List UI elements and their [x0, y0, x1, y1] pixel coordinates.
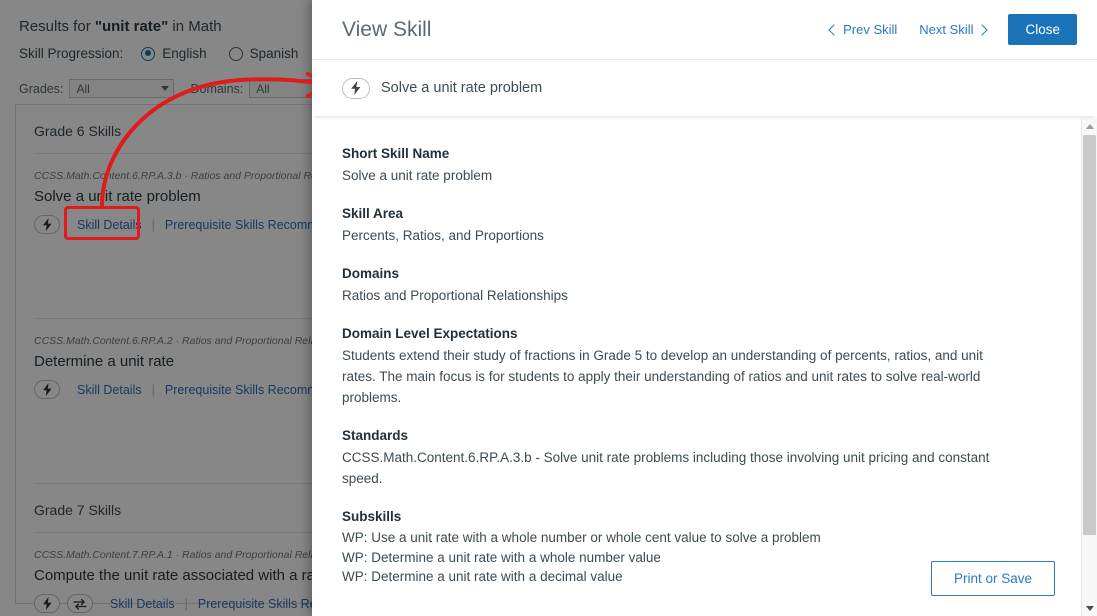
- modal-scrollbar[interactable]: [1081, 118, 1097, 616]
- scrollbar-thumb[interactable]: [1083, 135, 1096, 535]
- section-heading: Subskills: [342, 509, 402, 524]
- print-or-save-wrap: Print or Save: [930, 561, 1055, 596]
- close-button[interactable]: Close: [1008, 14, 1077, 45]
- modal-header-nav: Prev Skill Next Skill Close: [828, 14, 1077, 45]
- print-or-save-button[interactable]: Print or Save: [930, 561, 1055, 596]
- section-body: Students extend their study of fractions…: [342, 348, 983, 405]
- modal-title: View Skill: [342, 17, 432, 41]
- chevron-left-icon: [828, 23, 840, 36]
- next-skill-label: Next Skill: [919, 22, 974, 37]
- section-body: Percents, Ratios, and Proportions: [342, 228, 544, 243]
- section-body: CCSS.Math.Content.6.RP.A.3.b - Solve uni…: [342, 450, 990, 486]
- section-domain-level-expectations: Domain Level Expectations Students exten…: [342, 326, 1055, 408]
- modal-skill-name: Solve a unit rate problem: [381, 80, 543, 96]
- modal-skill-bar: Solve a unit rate problem: [312, 60, 1097, 116]
- modal-body: Short Skill Name Solve a unit rate probl…: [312, 116, 1097, 616]
- modal-header: View Skill Prev Skill Next Skill Close: [312, 0, 1097, 60]
- section-body: Solve a unit rate problem: [342, 168, 493, 183]
- section-heading: Standards: [342, 428, 409, 443]
- next-skill-button[interactable]: Next Skill: [919, 22, 989, 37]
- prev-skill-label: Prev Skill: [843, 22, 898, 37]
- scroll-down-arrow[interactable]: [1082, 600, 1097, 616]
- section-heading: Domains: [342, 266, 400, 281]
- section-heading: Skill Area: [342, 206, 404, 221]
- screen: Results for "unit rate" in Math Skill Pr…: [0, 0, 1097, 616]
- section-domains: Domains Ratios and Proportional Relation…: [342, 266, 1055, 306]
- scroll-up-arrow[interactable]: [1082, 118, 1097, 134]
- section-standards: Standards CCSS.Math.Content.6.RP.A.3.b -…: [342, 428, 1055, 489]
- prev-skill-button[interactable]: Prev Skill: [828, 22, 898, 37]
- section-skill-area: Skill Area Percents, Ratios, and Proport…: [342, 206, 1055, 246]
- section-heading: Short Skill Name: [342, 146, 450, 161]
- chevron-right-icon: [976, 23, 989, 36]
- triangle-down-icon: [1085, 605, 1094, 611]
- view-skill-modal: View Skill Prev Skill Next Skill Close S…: [312, 0, 1097, 616]
- lightning-icon: [342, 77, 370, 99]
- triangle-up-icon: [1085, 123, 1094, 129]
- section-body: Ratios and Proportional Relationships: [342, 288, 568, 303]
- section-heading: Domain Level Expectations: [342, 326, 518, 341]
- subskill-item: WP: Use a unit rate with a whole number …: [342, 530, 821, 545]
- section-short-skill-name: Short Skill Name Solve a unit rate probl…: [342, 146, 1055, 186]
